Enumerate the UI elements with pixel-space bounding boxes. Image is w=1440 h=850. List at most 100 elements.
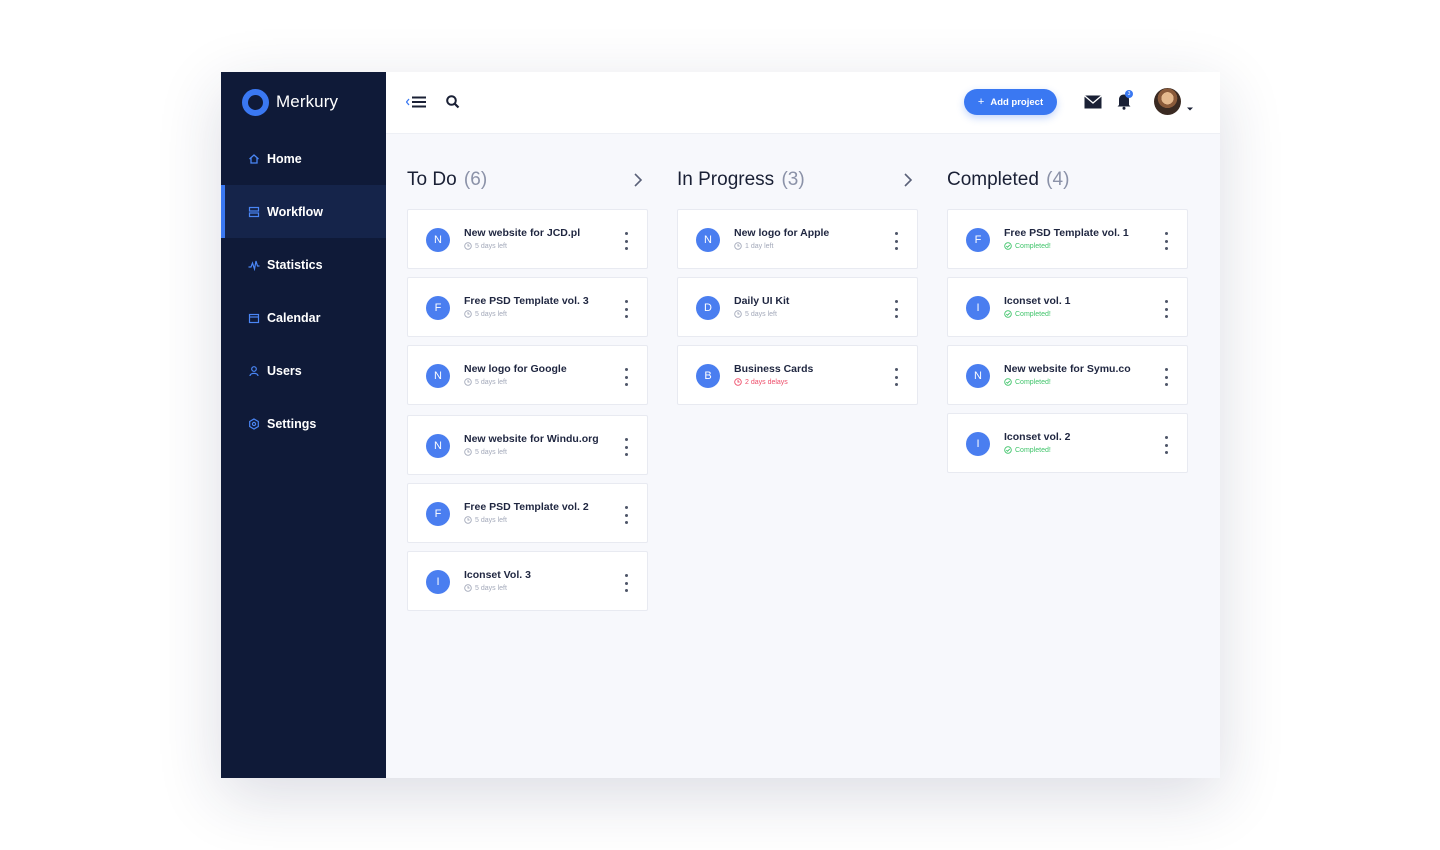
task-card[interactable]: I Iconset vol. 2 Completed! <box>947 413 1188 473</box>
chevron-right-icon[interactable] <box>903 172 913 188</box>
task-card[interactable]: N New website for Symu.co Completed! <box>947 345 1188 405</box>
more-options-icon[interactable] <box>1162 232 1170 250</box>
task-initial-badge: N <box>426 364 450 388</box>
clock-icon <box>734 242 742 250</box>
more-options-icon[interactable] <box>1162 300 1170 318</box>
more-options-icon[interactable] <box>622 438 630 456</box>
workflow-icon <box>248 206 260 218</box>
sidebar: Merkury Home Workflow Statistics Calenda… <box>221 72 386 778</box>
task-initial-badge: N <box>426 228 450 252</box>
task-initial-badge: I <box>966 296 990 320</box>
check-circle-icon <box>1004 242 1012 250</box>
plus-icon: + <box>977 96 985 108</box>
app-window: Merkury Home Workflow Statistics Calenda… <box>221 72 1220 778</box>
task-initial-badge: N <box>966 364 990 388</box>
merkury-logo-icon <box>242 88 269 116</box>
sidebar-item-users[interactable]: Users <box>221 344 386 397</box>
task-card[interactable]: I Iconset Vol. 3 5 days left <box>407 551 648 611</box>
notification-count-badge: 3 <box>1125 90 1133 98</box>
task-meta-text: Completed! <box>1015 242 1051 250</box>
task-title: New website for Windu.org <box>464 433 599 445</box>
more-options-icon[interactable] <box>892 300 900 318</box>
add-project-button[interactable]: + Add project <box>964 89 1057 115</box>
check-circle-icon <box>1004 310 1012 318</box>
column-title-text: Completed <box>947 169 1039 190</box>
task-meta-text: 5 days left <box>475 448 507 456</box>
column-header: Completed (4) <box>947 166 1188 194</box>
task-meta: 1 day left <box>734 242 773 250</box>
task-card[interactable]: I Iconset vol. 1 Completed! <box>947 277 1188 337</box>
clock-icon <box>464 310 472 318</box>
brand[interactable]: Merkury <box>221 72 386 132</box>
task-meta: 2 days delays <box>734 378 788 386</box>
task-meta-text: 5 days left <box>475 516 507 524</box>
more-options-icon[interactable] <box>622 232 630 250</box>
kanban-board: To Do (6) N New website for JCD.pl 5 day… <box>386 134 1220 778</box>
task-card[interactable]: B Business Cards 2 days delays <box>677 345 918 405</box>
task-meta: 5 days left <box>464 516 507 524</box>
chevron-right-icon[interactable] <box>633 172 643 188</box>
mail-icon[interactable] <box>1084 95 1102 109</box>
more-options-icon[interactable] <box>892 232 900 250</box>
more-options-icon[interactable] <box>622 574 630 592</box>
calendar-icon <box>248 312 260 324</box>
home-icon <box>248 153 260 165</box>
task-card[interactable]: F Free PSD Template vol. 1 Completed! <box>947 209 1188 269</box>
task-initial-badge: F <box>426 502 450 526</box>
column-header: In Progress (3) <box>677 166 918 194</box>
task-card[interactable]: N New website for JCD.pl 5 days left <box>407 209 648 269</box>
sidebar-item-statistics[interactable]: Statistics <box>221 238 386 291</box>
notifications-bell-icon[interactable]: 3 <box>1116 90 1133 110</box>
task-meta: 5 days left <box>464 378 507 386</box>
column-title: Completed (4) <box>947 169 1069 191</box>
column-title-text: In Progress <box>677 169 775 190</box>
task-meta: Completed! <box>1004 242 1051 250</box>
user-avatar[interactable] <box>1154 88 1181 115</box>
task-title: Free PSD Template vol. 3 <box>464 295 589 307</box>
task-initial-badge: I <box>966 432 990 456</box>
task-title: Business Cards <box>734 363 814 375</box>
column-count: (4) <box>1046 169 1070 190</box>
more-options-icon[interactable] <box>622 506 630 524</box>
sidebar-item-settings[interactable]: Settings <box>221 397 386 450</box>
sidebar-item-calendar[interactable]: Calendar <box>221 291 386 344</box>
main-content: + Add project 3 To Do (6) N New website … <box>386 72 1220 778</box>
task-meta: Completed! <box>1004 446 1051 454</box>
task-title: New logo for Google <box>464 363 567 375</box>
menu-toggle-icon[interactable] <box>405 95 428 109</box>
clock-icon <box>734 378 742 386</box>
sidebar-item-home[interactable]: Home <box>221 132 386 185</box>
task-title: Free PSD Template vol. 2 <box>464 501 589 513</box>
more-options-icon[interactable] <box>892 368 900 386</box>
task-meta: 5 days left <box>464 584 507 592</box>
task-card[interactable]: N New logo for Google 5 days left <box>407 345 648 405</box>
task-meta-text: 5 days left <box>475 310 507 318</box>
more-options-icon[interactable] <box>622 368 630 386</box>
task-meta-text: 2 days delays <box>745 378 788 386</box>
more-options-icon[interactable] <box>1162 436 1170 454</box>
sidebar-item-label: Users <box>267 363 302 378</box>
task-card[interactable]: N New website for Windu.org 5 days left <box>407 415 648 475</box>
statistics-icon <box>248 259 260 271</box>
sidebar-item-label: Settings <box>267 416 317 431</box>
more-options-icon[interactable] <box>1162 368 1170 386</box>
task-initial-badge: D <box>696 296 720 320</box>
task-card[interactable]: F Free PSD Template vol. 3 5 days left <box>407 277 648 337</box>
task-card[interactable]: F Free PSD Template vol. 2 5 days left <box>407 483 648 543</box>
search-icon[interactable] <box>445 94 461 110</box>
task-meta: Completed! <box>1004 310 1051 318</box>
check-circle-icon <box>1004 378 1012 386</box>
task-card[interactable]: D Daily UI Kit 5 days left <box>677 277 918 337</box>
column-completed: Completed (4) F Free PSD Template vol. 1… <box>947 166 1188 481</box>
clock-icon <box>464 516 472 524</box>
column-count: (3) <box>781 169 805 190</box>
task-meta-text: Completed! <box>1015 310 1051 318</box>
task-card[interactable]: N New logo for Apple 1 day left <box>677 209 918 269</box>
task-initial-badge: F <box>426 296 450 320</box>
sidebar-item-workflow[interactable]: Workflow <box>221 185 386 238</box>
more-options-icon[interactable] <box>622 300 630 318</box>
chevron-down-icon[interactable] <box>1186 99 1194 111</box>
task-initial-badge: N <box>696 228 720 252</box>
task-meta-text: Completed! <box>1015 378 1051 386</box>
task-meta-text: 5 days left <box>745 310 777 318</box>
